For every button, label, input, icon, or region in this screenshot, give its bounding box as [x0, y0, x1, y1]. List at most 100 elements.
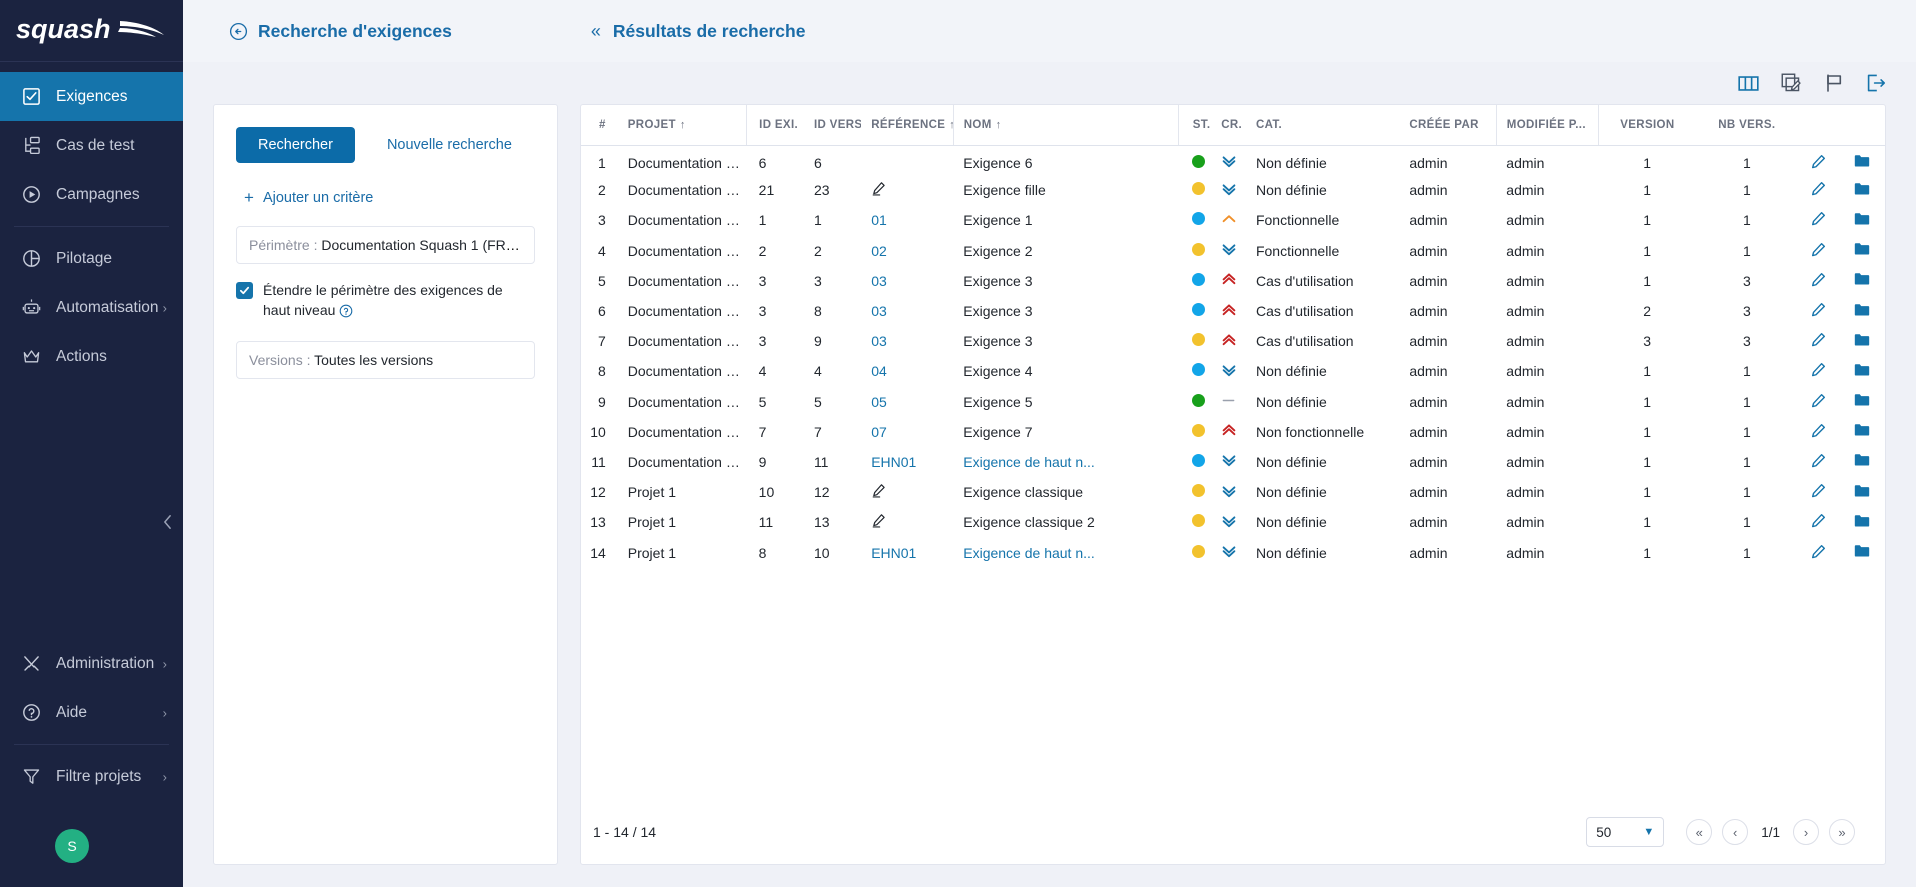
folder-icon[interactable]	[1854, 303, 1870, 317]
add-criteria-button[interactable]: + Ajouter un critère	[244, 189, 535, 206]
table-row[interactable]: 12Projet 11012Exigence classiqueNon défi…	[581, 477, 1885, 507]
folder-icon[interactable]	[1854, 272, 1870, 286]
edit-pencil-icon[interactable]	[1811, 302, 1826, 317]
cell-reference-text[interactable]: 07	[871, 424, 887, 440]
folder-icon[interactable]	[1854, 333, 1870, 347]
sidebar-item-cas-de-test[interactable]: Cas de test	[0, 121, 183, 170]
folder-icon[interactable]	[1854, 182, 1870, 196]
col-header-creee-par[interactable]: CRÉÉE PAR	[1409, 105, 1496, 145]
avatar[interactable]: S	[55, 829, 89, 863]
search-button[interactable]: Rechercher	[236, 127, 355, 163]
table-row[interactable]: 13Projet 11113Exigence classique 2Non dé…	[581, 507, 1885, 537]
cell-reference-text[interactable]: EHN01	[871, 454, 916, 470]
breadcrumb-resultats-recherche[interactable]: « Résultats de recherche	[591, 21, 806, 42]
folder-icon[interactable]	[1854, 363, 1870, 377]
folder-icon[interactable]	[1854, 154, 1870, 168]
help-circle-icon[interactable]	[339, 304, 353, 318]
table-row[interactable]: 2Documentation S...2123Exigence filleNon…	[581, 175, 1885, 205]
folder-icon[interactable]	[1854, 212, 1870, 226]
edit-pencil-icon[interactable]	[1811, 242, 1826, 257]
edit-pencil-icon[interactable]	[1811, 154, 1826, 169]
folder-icon[interactable]	[1854, 242, 1870, 256]
sidebar-item-exigences[interactable]: Exigences	[0, 72, 183, 121]
folder-icon[interactable]	[1854, 484, 1870, 498]
col-header-version[interactable]: VERSION	[1599, 105, 1696, 145]
sidebar-item-pilotage[interactable]: Pilotage	[0, 234, 183, 283]
col-header-nb-vers[interactable]: NB VERS.	[1696, 105, 1798, 145]
table-row[interactable]: 6Documentation S...3803Exigence 3Cas d'u…	[581, 296, 1885, 326]
col-header-criticite[interactable]: CR.	[1221, 105, 1256, 145]
perimeter-field[interactable]: Périmètre : Documentation Squash 1 (FR),…	[236, 226, 535, 264]
chevron-double-left-icon[interactable]: «	[591, 21, 601, 42]
table-row[interactable]: 9Documentation S...5505Exigence 5Non déf…	[581, 387, 1885, 417]
table-row[interactable]: 10Documentation S...7707Exigence 7Non fo…	[581, 417, 1885, 447]
page-size-select[interactable]: 50 ▼	[1586, 817, 1664, 847]
columns-icon[interactable]	[1738, 74, 1759, 93]
col-header-categorie[interactable]: CAT.	[1256, 105, 1409, 145]
col-header-modifiee-par[interactable]: MODIFIÉE P...	[1496, 105, 1598, 145]
folder-icon[interactable]	[1854, 544, 1870, 558]
table-row[interactable]: 3Documentation S...1101Exigence 1Fonctio…	[581, 205, 1885, 235]
sidebar-item-administration[interactable]: Administration ›	[0, 639, 183, 688]
edit-pencil-icon[interactable]	[1811, 453, 1826, 468]
table-row[interactable]: 7Documentation S...3903Exigence 3Cas d'u…	[581, 326, 1885, 356]
folder-icon[interactable]	[1854, 453, 1870, 467]
prev-page-button[interactable]: ‹	[1722, 819, 1748, 845]
table-row[interactable]: 11Documentation S...911EHN01Exigence de …	[581, 447, 1885, 477]
table-row[interactable]: 5Documentation S...3303Exigence 3Cas d'u…	[581, 266, 1885, 296]
edit-pencil-icon[interactable]	[1811, 211, 1826, 226]
sidebar-item-automatisation[interactable]: Automatisation ›	[0, 283, 183, 332]
cell-reference-text[interactable]: EHN01	[871, 545, 916, 561]
last-page-button[interactable]: »	[1829, 819, 1855, 845]
folder-icon[interactable]	[1854, 393, 1870, 407]
user-menu[interactable]: S	[0, 805, 183, 887]
reference-edit-pencil-icon[interactable]	[871, 483, 886, 498]
cell-reference-text[interactable]: 05	[871, 394, 887, 410]
sidebar-item-aide[interactable]: Aide ›	[0, 688, 183, 737]
cell-reference-text[interactable]: 01	[871, 212, 887, 228]
col-header-id-vers[interactable]: ID VERS.	[804, 105, 861, 145]
cell-reference-text[interactable]: 03	[871, 273, 887, 289]
col-header-statut[interactable]: ST.	[1178, 105, 1221, 145]
cell-reference-text[interactable]: 03	[871, 303, 887, 319]
edit-pencil-icon[interactable]	[1811, 272, 1826, 287]
folder-icon[interactable]	[1854, 514, 1870, 528]
multiselect-edit-icon[interactable]	[1781, 73, 1802, 93]
flag-icon[interactable]	[1824, 73, 1844, 93]
first-page-button[interactable]: «	[1686, 819, 1712, 845]
new-search-link[interactable]: Nouvelle recherche	[387, 137, 512, 153]
table-row[interactable]: 1Documentation S...66Exigence 6Non défin…	[581, 145, 1885, 175]
breadcrumb-recherche-exigences[interactable]: Recherche d'exigences	[229, 21, 452, 42]
cell-reference-text[interactable]: 04	[871, 363, 887, 379]
col-header-num[interactable]: #	[581, 105, 616, 145]
sidebar-item-filtre-projets[interactable]: Filtre projets ›	[0, 752, 183, 801]
table-row[interactable]: 4Documentation S...2202Exigence 2Fonctio…	[581, 236, 1885, 266]
reference-edit-pencil-icon[interactable]	[871, 513, 886, 528]
col-header-id-exi[interactable]: ID EXI.	[747, 105, 804, 145]
versions-field[interactable]: Versions : Toutes les versions	[236, 341, 535, 379]
edit-pencil-icon[interactable]	[1811, 423, 1826, 438]
cell-reference-text[interactable]: 03	[871, 333, 887, 349]
folder-icon[interactable]	[1854, 423, 1870, 437]
edit-pencil-icon[interactable]	[1811, 544, 1826, 559]
cell-reference-text[interactable]: 02	[871, 243, 887, 259]
col-header-reference[interactable]: RÉFÉRENCE↑	[861, 105, 953, 145]
brand-logo[interactable]: squash	[0, 0, 183, 62]
table-row[interactable]: 8Documentation S...4404Exigence 4Non déf…	[581, 356, 1885, 386]
table-row[interactable]: 14Projet 1810EHN01Exigence de haut n...N…	[581, 537, 1885, 567]
cell-nom-text[interactable]: Exigence de haut n...	[963, 545, 1095, 561]
sidebar-item-actions[interactable]: Actions	[0, 332, 183, 381]
sidebar-collapse-button[interactable]	[157, 512, 177, 532]
edit-pencil-icon[interactable]	[1811, 513, 1826, 528]
cell-nom-text[interactable]: Exigence de haut n...	[963, 454, 1095, 470]
next-page-button[interactable]: ›	[1793, 819, 1819, 845]
col-header-projet[interactable]: PROJET↑	[616, 105, 747, 145]
edit-pencil-icon[interactable]	[1811, 181, 1826, 196]
sidebar-item-campagnes[interactable]: Campagnes	[0, 170, 183, 219]
edit-pencil-icon[interactable]	[1811, 483, 1826, 498]
edit-pencil-icon[interactable]	[1811, 362, 1826, 377]
edit-pencil-icon[interactable]	[1811, 332, 1826, 347]
export-icon[interactable]	[1866, 73, 1886, 93]
col-header-nom[interactable]: NOM↑	[953, 105, 1127, 145]
extend-perimeter-checkbox[interactable]	[236, 282, 253, 299]
